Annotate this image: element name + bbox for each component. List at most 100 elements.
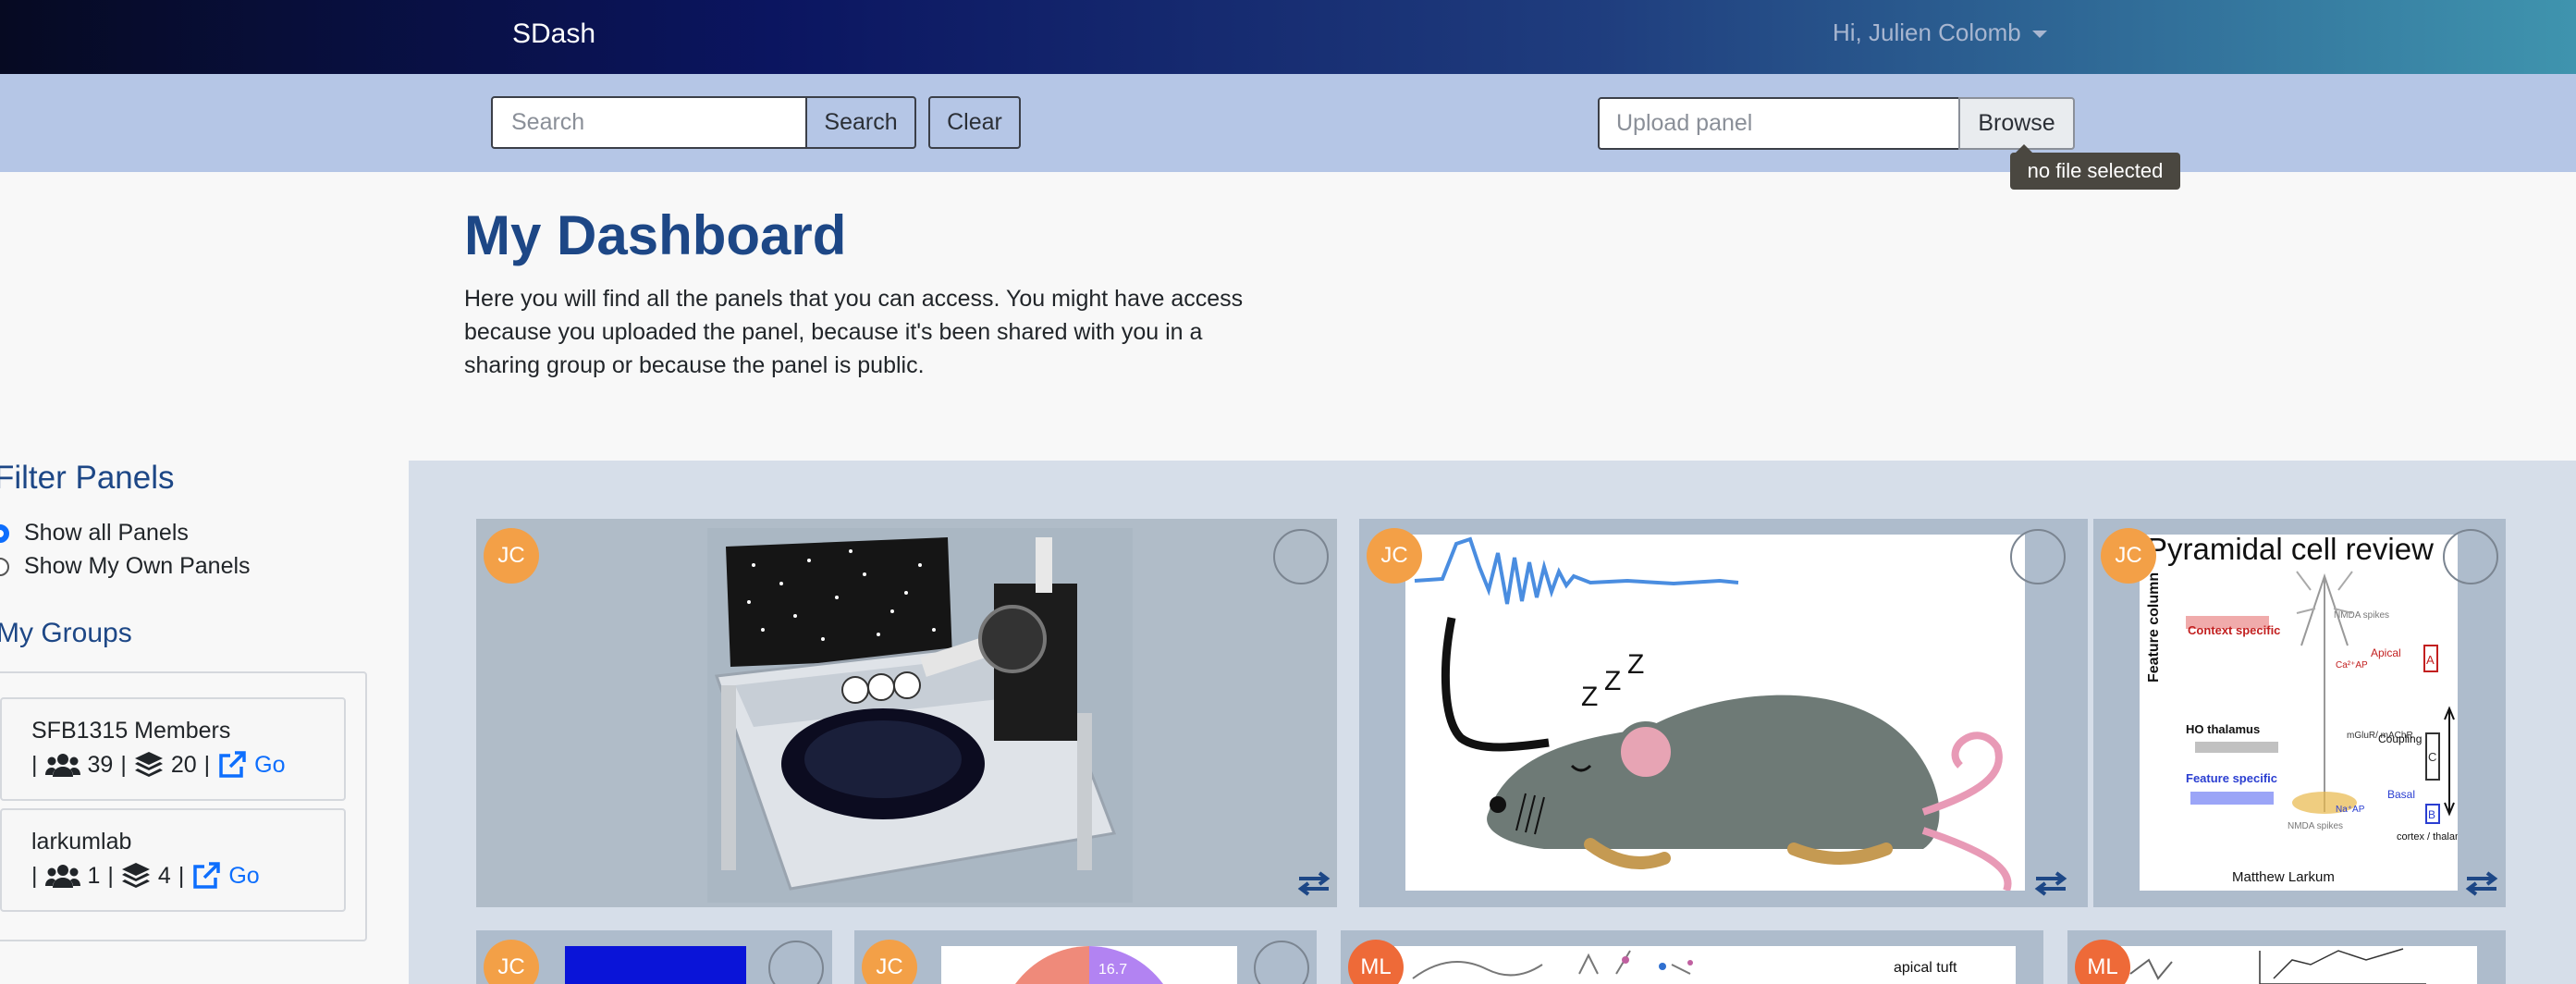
feature-specific-label: Feature specific xyxy=(2186,771,2277,785)
panel-select-checkbox[interactable] xyxy=(2010,529,2066,584)
owner-avatar: JC xyxy=(484,528,539,584)
basal-label: Basal xyxy=(2387,788,2415,801)
panel-card[interactable]: JC xyxy=(476,519,1337,907)
toolbar xyxy=(0,74,2576,172)
separator: | xyxy=(107,862,114,889)
search-button[interactable]: Search xyxy=(805,96,916,149)
pie-chart-image: 16.7 xyxy=(941,946,1237,984)
group-member-count: 1 xyxy=(87,862,101,889)
filter-option-own[interactable]: Show My Own Panels xyxy=(0,553,251,580)
filter-option-label: Show all Panels xyxy=(24,520,189,546)
user-greeting: Hi, Julien Colomb xyxy=(1833,18,2021,46)
panel-image xyxy=(2121,946,2477,984)
dendrite-figure-image: apical tuft xyxy=(1394,946,2016,984)
layers-icon xyxy=(121,863,150,888)
c-label: C xyxy=(2428,750,2436,764)
clear-button[interactable]: Clear xyxy=(928,96,1021,149)
tooltip-arrow xyxy=(2016,144,2032,153)
setup-rendering-image xyxy=(707,528,1133,903)
apical-tuft-label: apical tuft xyxy=(1894,960,1957,976)
brand-logo[interactable]: SDash xyxy=(512,18,595,50)
group-name: SFB1315 Members xyxy=(31,718,231,744)
group-panel-count: 4 xyxy=(157,862,171,889)
group-go-label: Go xyxy=(228,862,260,889)
owner-avatar: JC xyxy=(1367,528,1422,584)
group-panel-count: 20 xyxy=(170,751,197,778)
group-name: larkumlab xyxy=(31,829,132,855)
panel-image: 16.7 xyxy=(941,946,1237,984)
filter-option-label: Show My Own Panels xyxy=(24,553,251,579)
pie-value-label: 16.7 xyxy=(1098,962,1127,978)
layers-icon xyxy=(134,752,163,777)
group-go-link[interactable]: Go xyxy=(191,861,260,891)
panel-select-checkbox[interactable] xyxy=(768,941,824,984)
panel-select-checkbox[interactable] xyxy=(1273,529,1329,584)
group-meta: | 39 | 20 | Go xyxy=(31,750,285,780)
groups-title: My Groups xyxy=(0,618,132,648)
panel-select-checkbox[interactable] xyxy=(1254,941,1309,984)
panel-select-checkbox[interactable] xyxy=(2443,529,2498,584)
figure-author: Matthew Larkum xyxy=(2232,869,2335,885)
panel-card[interactable]: ML xyxy=(2067,930,2506,984)
external-link-icon xyxy=(193,862,221,889)
exchange-icon[interactable] xyxy=(2034,870,2067,896)
users-icon xyxy=(44,754,80,777)
group-go-link[interactable]: Go xyxy=(217,750,285,780)
group-go-label: Go xyxy=(254,751,286,778)
zzz-text: Z xyxy=(1581,682,1598,712)
feature-column-label: Feature column xyxy=(2146,572,2162,683)
separator: | xyxy=(31,862,38,889)
browse-button[interactable]: Browse xyxy=(1958,97,2075,150)
panel-image: Feature column Context specific NMDA spi… xyxy=(2140,535,2458,891)
file-tooltip: no file selected xyxy=(2010,153,2180,190)
group-card: larkumlab | 1 | 4 | Go xyxy=(0,808,346,912)
panel-card[interactable]: Feature column Context specific NMDA spi… xyxy=(2093,519,2506,907)
user-menu[interactable]: Hi, Julien Colomb xyxy=(1833,18,2047,47)
a-label: A xyxy=(2426,653,2435,667)
page-description: Here you will find all the panels that y… xyxy=(464,286,1244,378)
cortex-thalamus-label: cortex / thalamus xyxy=(2397,831,2458,843)
owner-avatar: JC xyxy=(862,940,917,984)
group-member-count: 39 xyxy=(87,751,114,778)
top-navbar: SDash Hi, Julien Colomb xyxy=(0,0,2576,74)
groups-list: SFB1315 Members | 39 | 20 | Go larkumlab… xyxy=(0,671,367,941)
nmda-spikes-label: NMDA spikes xyxy=(2334,610,2389,621)
panel-card[interactable]: JC xyxy=(476,930,832,984)
na-ap-label: Na⁺AP xyxy=(2336,805,2365,815)
panel-card[interactable]: 16.7 JC xyxy=(854,930,1317,984)
search-input[interactable] xyxy=(491,96,807,149)
b-label: B xyxy=(2428,808,2435,821)
group-card: SFB1315 Members | 39 | 20 | Go xyxy=(0,697,346,801)
ho-thalamus-label: HO thalamus xyxy=(2186,722,2260,736)
exchange-icon[interactable] xyxy=(2465,870,2498,896)
plot-figure-image xyxy=(2121,946,2477,984)
owner-avatar: JC xyxy=(2101,528,2156,584)
users-icon xyxy=(44,865,80,888)
coupling-label: Coupling xyxy=(2378,732,2422,745)
radio-checked-icon[interactable] xyxy=(0,523,9,543)
zzz-text: Z xyxy=(1627,649,1644,680)
context-specific-label: Context specific xyxy=(2188,623,2280,637)
panel-image: apical tuft xyxy=(1394,946,2016,984)
panel-image: Z Z Z xyxy=(1405,535,2025,891)
group-meta: | 1 | 4 | Go xyxy=(31,861,260,891)
owner-avatar: JC xyxy=(484,940,539,984)
separator: | xyxy=(178,862,185,889)
panel-card[interactable]: apical tuft ML xyxy=(1341,930,2043,984)
nmda-spikes-label: NMDA spikes xyxy=(2288,821,2343,831)
filter-title: Filter Panels xyxy=(0,460,175,496)
separator: | xyxy=(120,751,127,778)
sleeping-mouse-image: Z Z Z xyxy=(1405,535,2025,891)
panel-card[interactable]: Z Z Z JC xyxy=(1359,519,2088,907)
apical-label: Apical xyxy=(2371,646,2401,659)
radio-unchecked-icon[interactable] xyxy=(0,557,9,576)
zzz-text: Z xyxy=(1604,666,1621,696)
upload-panel-input[interactable] xyxy=(1598,97,1960,150)
chevron-down-icon xyxy=(2031,30,2047,38)
exchange-icon[interactable] xyxy=(1297,870,1331,896)
separator: | xyxy=(203,751,211,778)
filter-option-all[interactable]: Show all Panels xyxy=(0,520,189,547)
page-title: My Dashboard xyxy=(464,204,847,266)
pyramidal-cell-figure: Feature column Context specific NMDA spi… xyxy=(2140,535,2458,891)
external-link-icon xyxy=(219,751,246,778)
